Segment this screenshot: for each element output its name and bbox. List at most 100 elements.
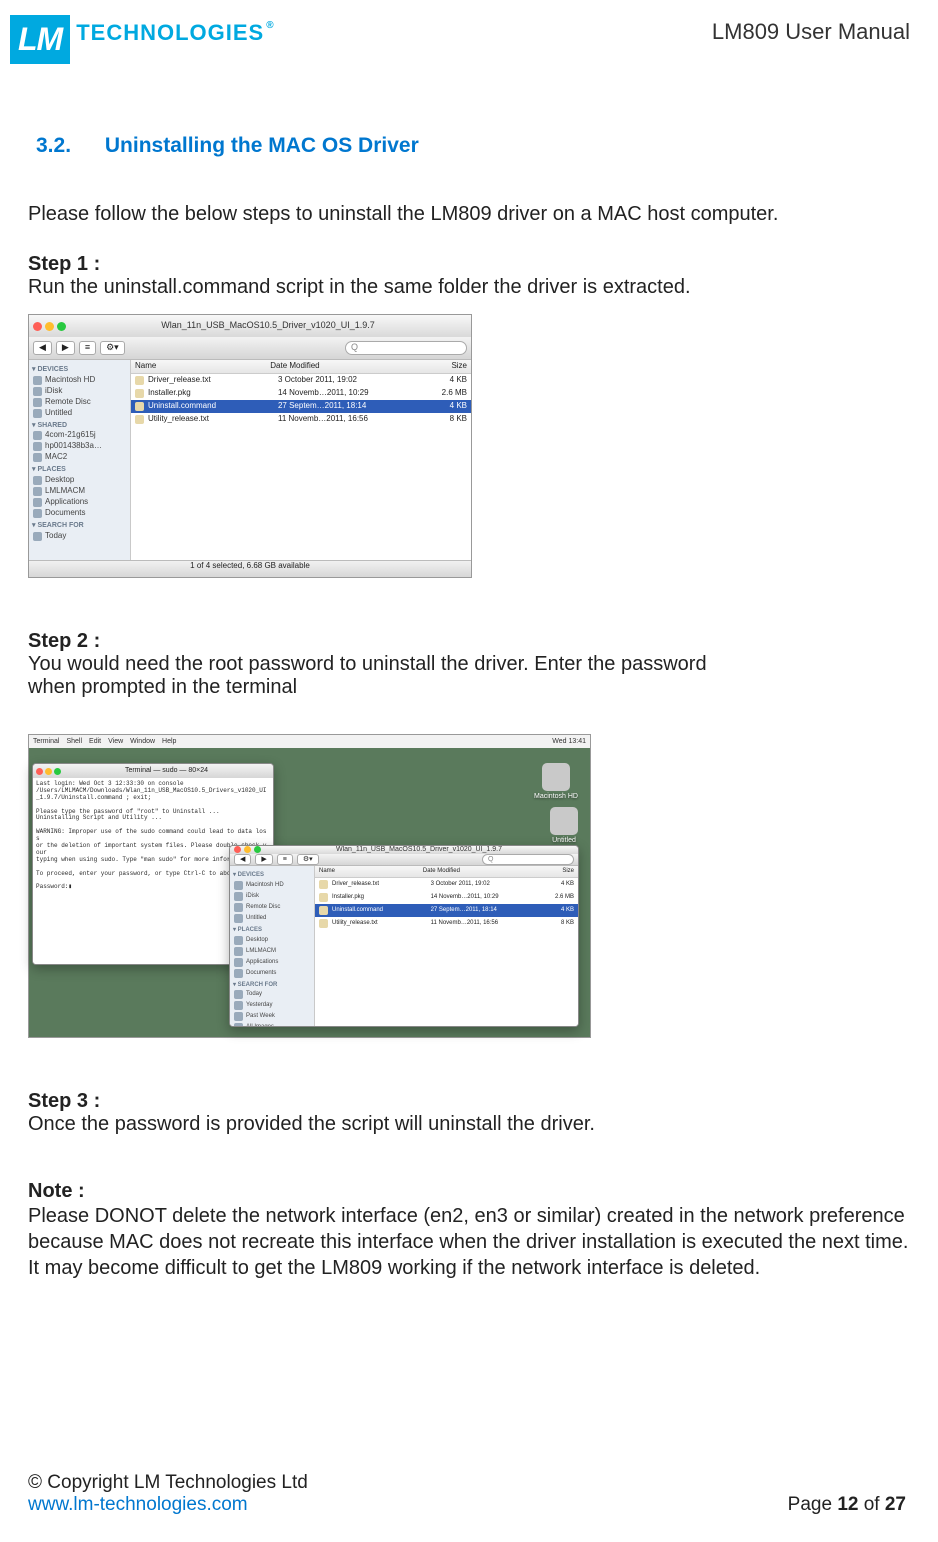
folder-icon (234, 947, 243, 956)
col-name[interactable]: Name (135, 362, 270, 371)
sidebar-item[interactable]: Macintosh HD (233, 880, 311, 891)
back-button[interactable]: ◀ (234, 854, 251, 866)
forward-button[interactable]: ▶ (255, 854, 272, 866)
col-date[interactable]: Date Modified (423, 868, 532, 875)
sidebar-item[interactable]: 4com-21g615j (32, 430, 127, 441)
step2-label: Step 2 : (28, 630, 910, 653)
minimize-icon[interactable] (244, 846, 251, 853)
forward-button[interactable]: ▶ (56, 341, 75, 355)
file-name: Utility_release.txt (148, 415, 278, 424)
terminal-titlebar: Terminal — sudo — 80×24 (33, 764, 273, 778)
sidebar-item[interactable]: Past Week (233, 1011, 311, 1022)
view-button[interactable]: ≡ (277, 854, 293, 866)
close-icon[interactable] (234, 846, 241, 853)
file-size: 4 KB (414, 402, 467, 411)
footer-url[interactable]: www.lm-technologies.com (28, 1494, 308, 1516)
step3-label: Step 3 : (28, 1090, 910, 1113)
desktop-icon-hd[interactable]: Macintosh HD (534, 763, 578, 801)
sidebar-item[interactable]: LMLMACM (233, 946, 311, 957)
desktop-icon-untitled[interactable]: Untitled (550, 807, 578, 845)
close-icon[interactable] (36, 768, 43, 775)
sidebar-item[interactable]: Desktop (32, 475, 127, 486)
close-icon[interactable] (33, 322, 42, 331)
menu-view[interactable]: View (108, 738, 123, 746)
action-button[interactable]: ⚙︎▾ (100, 341, 125, 355)
menu-shell[interactable]: Shell (66, 738, 82, 746)
sidebar-item[interactable]: Macintosh HD (32, 375, 127, 386)
file-size: 8 KB (534, 920, 574, 927)
zoom-icon[interactable] (254, 846, 261, 853)
sidebar-item[interactable]: Yesterday (233, 1000, 311, 1011)
sidebar-item[interactable]: iDisk (233, 891, 311, 902)
sidebar-item[interactable]: Applications (233, 957, 311, 968)
sidebar-item[interactable]: Documents (32, 508, 127, 519)
folder-icon (234, 914, 243, 923)
sidebar-item[interactable]: Desktop (233, 935, 311, 946)
sidebar-item-label: Today (246, 991, 262, 998)
col-size[interactable]: Size (532, 868, 575, 875)
step3-body: Once the password is provided the script… (28, 1113, 910, 1136)
step1-body: Run the uninstall.command script in the … (28, 276, 910, 299)
sidebar-item[interactable]: hp001438b3a… (32, 441, 127, 452)
file-size: 2.6 MB (534, 894, 574, 901)
zoom-icon[interactable] (54, 768, 61, 775)
view-button[interactable]: ≡ (79, 341, 96, 355)
step2-body-line1: You would need the root password to unin… (28, 653, 910, 676)
file-row[interactable]: Utility_release.txt11 Novemb…2011, 16:56… (131, 413, 471, 426)
sidebar-item[interactable]: Applications (32, 497, 127, 508)
back-button[interactable]: ◀ (33, 341, 52, 355)
folder-icon (234, 881, 243, 890)
finder2-sidebar: ▾ DEVICESMacintosh HDiDiskRemote DiscUnt… (230, 866, 315, 1027)
sidebar-heading: ▾ PLACES (233, 927, 311, 934)
file-date: 11 Novemb…2011, 16:56 (431, 920, 534, 927)
folder-icon (33, 498, 42, 507)
file-icon (319, 893, 328, 902)
zoom-icon[interactable] (57, 322, 66, 331)
finder2-columns: Name Date Modified Size (315, 866, 578, 878)
menu-terminal[interactable]: Terminal (33, 738, 59, 746)
sidebar-item[interactable]: Remote Disc (32, 397, 127, 408)
page-header: LM TECHNOLOGIES LM809 User Manual (10, 15, 910, 64)
sidebar-item[interactable]: Documents (233, 968, 311, 979)
sidebar-item[interactable]: Today (233, 989, 311, 1000)
finder2-search-input[interactable]: Q (482, 854, 574, 866)
sidebar-item[interactable]: iDisk (32, 386, 127, 397)
col-name[interactable]: Name (319, 868, 423, 875)
action-button[interactable]: ⚙︎▾ (297, 854, 319, 866)
folder-icon (33, 532, 42, 541)
sidebar-item[interactable]: Untitled (233, 913, 311, 924)
file-name: Driver_release.txt (332, 881, 431, 888)
sidebar-item-label: Yesterday (246, 1002, 272, 1009)
file-row[interactable]: Installer.pkg14 Novemb…2011, 10:292.6 MB (315, 891, 578, 904)
sidebar-item[interactable]: MAC2 (32, 452, 127, 463)
sidebar-item[interactable]: Today (32, 531, 127, 542)
note-label: Note : (28, 1180, 910, 1203)
menu-window[interactable]: Window (130, 738, 155, 746)
finder1-file-list: Driver_release.txt3 October 2011, 19:024… (131, 374, 471, 560)
col-date[interactable]: Date Modified (270, 362, 411, 371)
menu-help[interactable]: Help (162, 738, 176, 746)
figure-desktop: Terminal Shell Edit View Window Help Wed… (28, 734, 591, 1038)
menu-edit[interactable]: Edit (89, 738, 101, 746)
file-row[interactable]: Uninstall.command27 Septem…2011, 18:144 … (315, 904, 578, 917)
file-row[interactable]: Driver_release.txt3 October 2011, 19:024… (315, 878, 578, 891)
file-row[interactable]: Driver_release.txt3 October 2011, 19:024… (131, 374, 471, 387)
sidebar-item[interactable]: LMLMACM (32, 486, 127, 497)
sidebar-item-label: Today (45, 532, 66, 541)
sidebar-item[interactable]: All Images (233, 1022, 311, 1027)
sidebar-item-label: iDisk (246, 893, 259, 900)
sidebar-item[interactable]: Untitled (32, 408, 127, 419)
col-size[interactable]: Size (412, 362, 467, 371)
file-row[interactable]: Installer.pkg14 Novemb…2011, 10:292.6 MB (131, 387, 471, 400)
sidebar-heading: ▾ PLACES (32, 466, 127, 474)
sidebar-item-label: Documents (45, 509, 85, 518)
finder1-search-input[interactable]: Q (345, 341, 467, 355)
minimize-icon[interactable] (45, 322, 54, 331)
file-row[interactable]: Uninstall.command27 Septem…2011, 18:144 … (131, 400, 471, 413)
file-row[interactable]: Utility_release.txt11 Novemb…2011, 16:56… (315, 917, 578, 930)
sidebar-item-label: Desktop (45, 476, 74, 485)
sidebar-item[interactable]: Remote Disc (233, 902, 311, 913)
sidebar-item-label: 4com-21g615j (45, 431, 96, 440)
minimize-icon[interactable] (45, 768, 52, 775)
sidebar-heading: ▾ SEARCH FOR (32, 522, 127, 530)
